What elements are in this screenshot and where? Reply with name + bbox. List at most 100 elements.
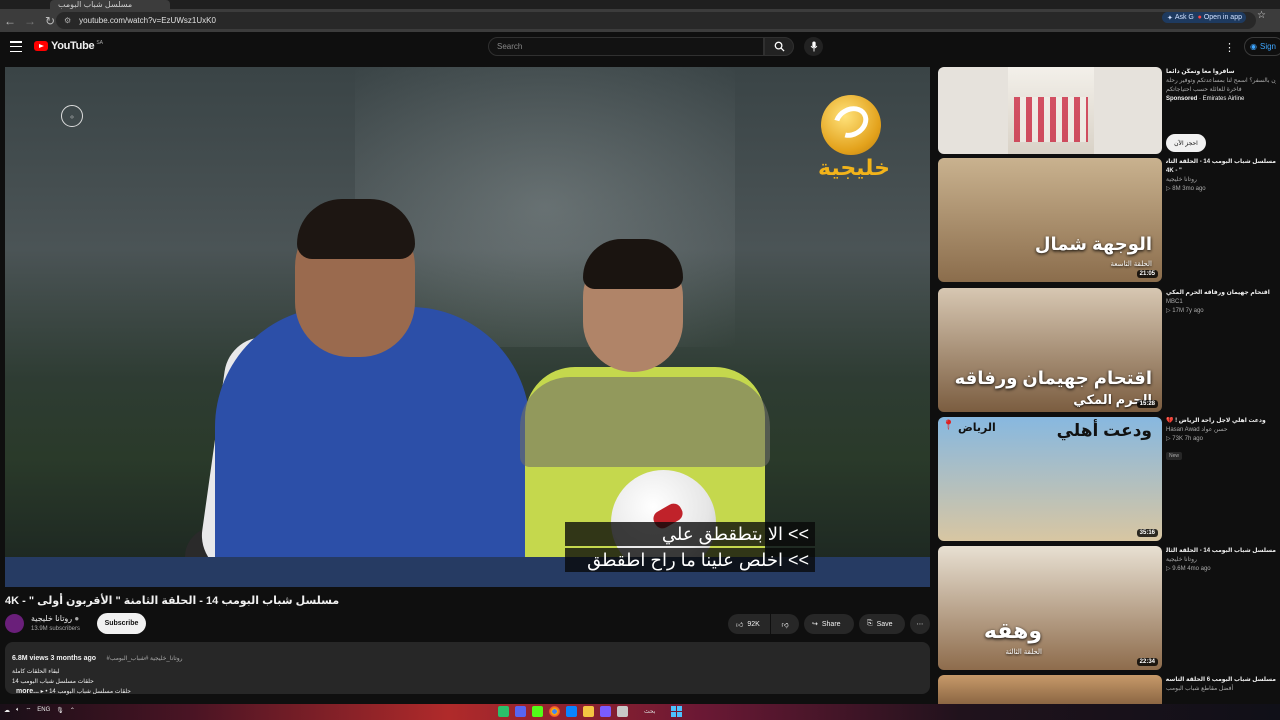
app-icon: ●	[1197, 14, 1202, 21]
channel-link[interactable]: Hasan Awad حسن عواد	[1166, 426, 1276, 435]
hashtags[interactable]: #روتانا_خليجية #شباب_البومب	[106, 655, 182, 662]
thumbnail-caption: الحلقة الثالثة	[1005, 649, 1042, 656]
channel-link[interactable]: MBC1	[1166, 298, 1276, 307]
voice-search-button[interactable]	[804, 37, 823, 56]
ad-title[interactable]: سافروا معاً وتمكّن دائماً	[1166, 68, 1276, 77]
open-in-app-button[interactable]: ● Open in app	[1193, 12, 1246, 23]
system-tray: ☁ 🔈︎ ⌔ ENG 🎙︎ ⌃	[4, 706, 75, 715]
youtube-logo[interactable]: YouTube SA	[34, 40, 103, 52]
video-thumbnail[interactable]: وهقه الحلقة الثالثة 22:34	[938, 546, 1162, 670]
show-more-link[interactable]: ...more	[16, 688, 39, 695]
sign-in-button[interactable]: ◉ Sign	[1244, 37, 1280, 56]
thumbnail-caption: ودعت أهلي	[1056, 421, 1152, 440]
channel-link[interactable]: روتانا خليجية	[1166, 176, 1276, 185]
video-figure	[583, 239, 683, 289]
video-meta: مسلسل شباب البومب 14 - الحلقة الثالثة " …	[1166, 547, 1276, 574]
settings-menu-icon[interactable]: ⋮	[1224, 41, 1235, 54]
video-player[interactable]: ◎ خليجية >> الا بتطقطق علي >> اخلص علينا…	[5, 67, 930, 587]
ad-description: هل تفكرون بالسفر؟ اسمح لنا بمساعدتكم وتو…	[1166, 78, 1276, 84]
channel-watermark-text: خليجية	[818, 155, 890, 180]
video-meta: مسلسل شباب البومب 6 الحلقة التاسعة عشر "…	[1166, 676, 1276, 694]
app-icon[interactable]	[532, 706, 543, 717]
forward-icon[interactable]: →	[20, 11, 40, 31]
video-meta: اقتحام جهيمان ورفاقه الحرم المكي MBC1 ▷ …	[1166, 289, 1276, 316]
video-stats: ▷ 9.6M 4mo ago	[1166, 566, 1211, 572]
description-line: لبقاء الحلقات كاملة	[12, 669, 60, 675]
video-thumbnail[interactable]: الوجهة شمال الحلقة التاسعة 21:05	[938, 158, 1162, 282]
captions: >> الا بتطقطق علي >> اخلص علينا ما راح ا…	[565, 522, 815, 574]
ad-thumbnail[interactable]	[938, 67, 1162, 154]
video-title-link[interactable]: ودعت اهلي لاجل راحة الرياض ! 💔	[1166, 417, 1276, 426]
description-box[interactable]: 6.8M views 3 months ago #روتانا_خليجية #…	[5, 642, 930, 695]
search-input[interactable]: Search	[488, 37, 764, 56]
video-title-link[interactable]: " - 4K	[1166, 167, 1276, 176]
browser-tab[interactable]: مسلسل شباب البومب	[50, 0, 170, 9]
video-stats: ▷ 17M 7y ago	[1166, 308, 1204, 314]
video-stats: ▷ 8M 3mo ago	[1166, 186, 1206, 192]
channel-avatar[interactable]	[5, 614, 24, 633]
chevron-up-icon[interactable]: ⌃	[70, 707, 75, 714]
video-figure	[520, 377, 770, 467]
video-title-link[interactable]: اقتحام جهيمان ورفاقه الحرم المكي	[1166, 289, 1276, 298]
channel-name[interactable]: روتانا خليجية ●	[31, 614, 79, 623]
channel-link[interactable]: روتانا خليجية	[1166, 556, 1276, 565]
more-actions-button[interactable]: ⋯	[910, 614, 930, 634]
subscribe-button[interactable]: Subscribe	[97, 613, 146, 634]
thumbnail-caption: اقتحام جهيمان ورفاقه	[954, 368, 1152, 388]
caption-line: >> اخلص علينا ما راح اطقطق	[565, 548, 815, 572]
thumbnail-caption: الوجهة شمال	[1034, 234, 1152, 254]
taskbar-search[interactable]: بحث	[644, 708, 655, 715]
search-button[interactable]	[764, 37, 794, 56]
subscriber-count: 13.9M subscribers	[31, 626, 81, 632]
language-indicator[interactable]: ENG	[37, 707, 50, 713]
wifi-icon[interactable]: ⌔	[26, 706, 32, 714]
ad-description: فاخرة للعائلة حسب احتياجاتكم	[1166, 87, 1242, 93]
channel-link[interactable]: أفضل مقاطع شباب البومب	[1166, 685, 1276, 694]
video-title-link[interactable]: مسلسل شباب البومب 14 - الحلقة التاسعة " …	[1166, 158, 1276, 167]
video-stats: ▷ 73K 7h ago	[1166, 436, 1203, 442]
ad-meta: سافروا معاً وتمكّن دائماً هل تفكرون بالس…	[1166, 68, 1276, 104]
ad-image	[1014, 97, 1088, 142]
app-icon[interactable]	[566, 706, 577, 717]
youtube-header: YouTube SA Search ⋮ ◉ Sign	[0, 32, 1280, 66]
mic-tray-icon[interactable]: 🎙︎	[56, 707, 64, 714]
weather-icon[interactable]: ☁	[4, 707, 10, 714]
video-title-link[interactable]: مسلسل شباب البومب 6 الحلقة التاسعة عشر "…	[1166, 676, 1276, 685]
youtube-play-icon	[34, 41, 48, 51]
video-thumbnail[interactable]: اقتحام جهيمان ورفاقه الحرم المكي 15:28	[938, 288, 1162, 412]
app-icon[interactable]	[515, 706, 526, 717]
share-icon: ↪	[812, 621, 818, 628]
speaker-icon[interactable]: 🔈︎	[16, 707, 20, 714]
search-icon	[774, 41, 785, 52]
verified-icon: ●	[74, 614, 80, 623]
thumbnail-caption: وهقه	[983, 618, 1042, 643]
dislike-button[interactable]: 👎︎	[771, 614, 799, 634]
share-button[interactable]: ↪ Share	[804, 614, 854, 634]
back-icon[interactable]: ←	[0, 11, 20, 31]
description-line: حلقات مسلسل شباب البومب 14	[12, 679, 94, 685]
app-icon[interactable]	[498, 706, 509, 717]
account-icon: ◉	[1250, 42, 1257, 51]
taskbar-apps: بحث	[498, 706, 683, 717]
windows-start-icon[interactable]	[671, 706, 683, 717]
windows-taskbar: ☁ 🔈︎ ⌔ ENG 🎙︎ ⌃ بحث	[0, 704, 1280, 720]
like-button[interactable]: 👍︎ 92K	[728, 614, 770, 634]
ad-cta-button[interactable]: احجز الآن	[1166, 134, 1206, 152]
site-info-icon[interactable]: ⚙	[64, 16, 71, 25]
video-thumbnail[interactable]: 📍︎ الرياض ودعت أهلي 35:16	[938, 417, 1162, 541]
chrome-icon[interactable]	[549, 706, 560, 717]
bookmark-star-icon[interactable]: ☆	[1257, 10, 1266, 21]
location-pin-icon: 📍︎	[942, 420, 955, 431]
video-title-link[interactable]: مسلسل شباب البومب 14 - الحلقة الثالثة " …	[1166, 547, 1276, 556]
microphone-icon	[810, 41, 817, 52]
menu-icon[interactable]	[10, 41, 22, 52]
duration-badge: 35:16	[1136, 529, 1158, 537]
duration-badge: 15:28	[1136, 400, 1158, 408]
folder-icon[interactable]	[583, 706, 594, 717]
omnibox[interactable]: ⚙ youtube.com/watch?v=EzUWsz1UxK0	[56, 12, 1256, 29]
app-icon[interactable]	[617, 706, 628, 717]
duration-badge: 22:34	[1136, 658, 1158, 666]
more-icon: ⋯	[916, 621, 924, 628]
save-button[interactable]: ⎘ Save	[859, 614, 905, 634]
app-icon[interactable]	[600, 706, 611, 717]
